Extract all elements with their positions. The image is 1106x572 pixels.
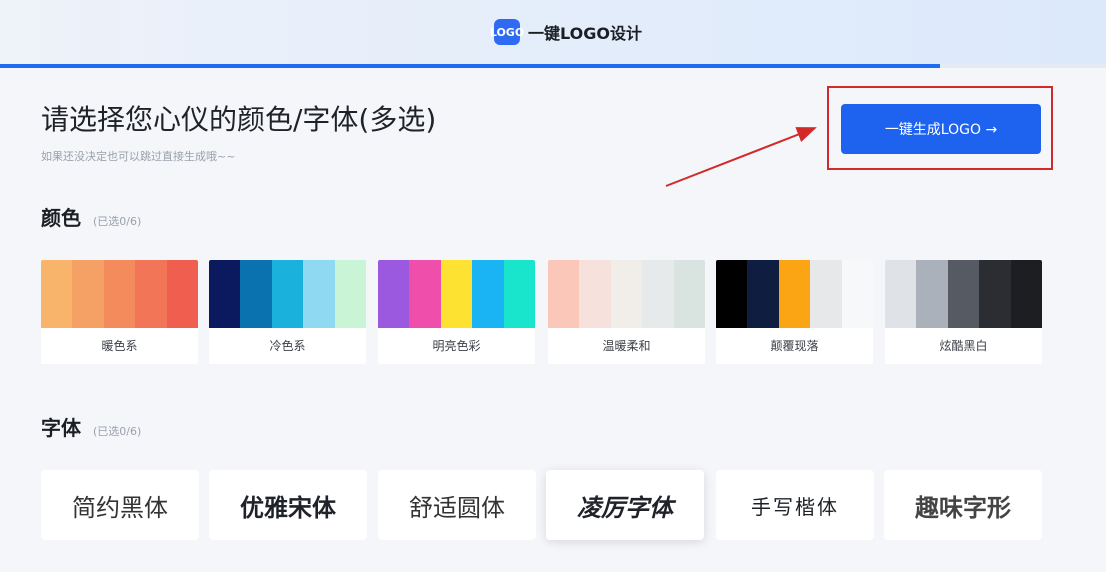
color-swatch	[378, 260, 410, 328]
color-swatch	[810, 260, 842, 328]
progress-track	[0, 64, 1106, 68]
color-palette-card[interactable]: 温暖柔和	[548, 260, 705, 364]
highlight-box	[827, 86, 1053, 170]
font-style-card[interactable]: 优雅宋体	[209, 470, 367, 540]
top-bar: LOGO 一键LOGO设计	[0, 0, 1106, 64]
palette-swatches	[41, 260, 198, 328]
color-swatch	[642, 260, 674, 328]
color-swatch	[334, 260, 366, 328]
palette-label: 温暖柔和	[602, 339, 651, 353]
color-palette-card[interactable]: 明亮色彩	[378, 260, 535, 364]
color-swatch	[979, 260, 1011, 328]
color-swatch	[916, 260, 948, 328]
color-swatch	[747, 260, 779, 328]
app-name: 一键LOGO设计	[528, 24, 642, 43]
color-swatch	[610, 260, 643, 328]
color-swatch	[579, 260, 611, 328]
color-swatch	[303, 260, 335, 328]
color-swatch	[440, 260, 473, 328]
color-swatch	[885, 260, 917, 328]
colors-selected-count: (已选0/6)	[93, 215, 142, 228]
page-subtitle: 如果还没决定也可以跳过直接生成哦~~	[41, 150, 236, 163]
color-swatch	[778, 260, 811, 328]
color-swatch	[166, 260, 198, 328]
color-swatch	[209, 260, 241, 328]
app-logo-icon: LOGO	[490, 19, 524, 45]
color-swatch	[841, 260, 873, 328]
page-title: 请选择您心仪的颜色/字体(多选)	[41, 103, 437, 136]
color-palette-card[interactable]: 暖色系	[41, 260, 198, 364]
color-swatch	[716, 260, 748, 328]
color-palette-card[interactable]: 炫酷黑白	[885, 260, 1042, 364]
palette-label: 明亮色彩	[432, 339, 481, 353]
palette-swatches	[885, 260, 1042, 328]
colors-section-header: 颜色 (已选0/6)	[41, 202, 141, 231]
color-swatch	[103, 260, 136, 328]
palette-label: 炫酷黑白	[939, 339, 988, 353]
palette-label: 冷色系	[269, 339, 306, 353]
font-style-card[interactable]: 简约黑体	[41, 470, 199, 540]
color-swatch	[472, 260, 504, 328]
color-palette-card[interactable]: 冷色系	[209, 260, 366, 364]
fonts-section-title: 字体	[41, 416, 81, 440]
palette-swatches	[716, 260, 873, 328]
brand: LOGO 一键LOGO设计	[490, 19, 642, 45]
fonts-selected-count: (已选0/6)	[93, 425, 142, 438]
font-style-card[interactable]: 舒适圆体	[378, 470, 536, 540]
color-swatch	[72, 260, 104, 328]
font-style-card[interactable]: 手写楷体	[716, 470, 874, 540]
color-palette-card[interactable]: 颠覆现落	[716, 260, 873, 364]
palette-swatches	[548, 260, 705, 328]
color-swatch	[135, 260, 167, 328]
color-swatch	[947, 260, 980, 328]
color-swatch	[1010, 260, 1042, 328]
color-swatch	[240, 260, 272, 328]
color-swatch	[409, 260, 441, 328]
color-swatch	[673, 260, 705, 328]
color-swatch	[271, 260, 304, 328]
palette-swatches	[378, 260, 535, 328]
palette-label: 暖色系	[101, 339, 138, 353]
font-style-card[interactable]: 趣味字形	[884, 470, 1042, 540]
font-style-card[interactable]: 凌厉字体	[546, 470, 704, 540]
fonts-section-header: 字体 (已选0/6)	[41, 412, 141, 441]
palette-swatches	[209, 260, 366, 328]
colors-section-title: 颜色	[41, 206, 81, 230]
color-swatch	[548, 260, 580, 328]
progress-fill	[0, 64, 941, 68]
color-swatch	[41, 260, 73, 328]
color-swatch	[503, 260, 535, 328]
palette-label: 颠覆现落	[770, 339, 819, 353]
